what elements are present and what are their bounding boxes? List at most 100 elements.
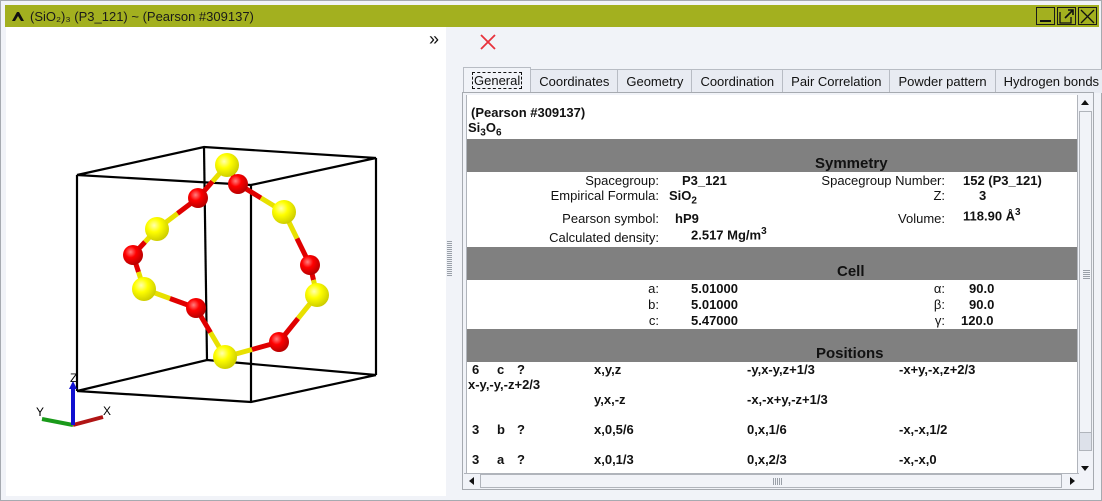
density-label: Calculated density: [549, 230, 659, 245]
y-axis-label: Y [36, 405, 44, 419]
triangle-right-icon [1069, 477, 1075, 485]
triangle-up-icon [1081, 99, 1089, 105]
cell-beta-label: β: [933, 297, 945, 312]
collapse-panel-button[interactable]: » [425, 29, 443, 49]
oxygen-atom[interactable] [228, 174, 248, 194]
silicon-atom[interactable] [272, 200, 296, 224]
cell-b-value: 5.01000 [691, 297, 738, 312]
scroll-down-button[interactable] [1078, 461, 1092, 475]
cell-c-label: c: [648, 313, 659, 328]
volume-number: 118.90 Å [963, 208, 1016, 224]
thumb-grip [773, 478, 783, 485]
cell-c-value: 5.47000 [691, 313, 738, 328]
silicon-atom[interactable] [213, 345, 237, 369]
close-button[interactable] [1078, 7, 1097, 25]
report-formula: Si3O6 [468, 120, 502, 139]
report-heading: (Pearson #309137) [471, 105, 586, 120]
empirical-formula-value: SiO2 [669, 188, 697, 207]
silicon-atom[interactable] [132, 277, 156, 301]
formula-element: Si [468, 120, 481, 135]
tab-general[interactable]: General [463, 67, 532, 93]
pearson-symbol-value: hP9 [675, 211, 699, 226]
wyckoff-letter: b [497, 422, 505, 437]
crystal-logo-icon [10, 8, 26, 24]
silicon-atom[interactable] [215, 153, 239, 177]
tab-coordinates[interactable]: Coordinates [530, 69, 619, 93]
cell-a-value: 5.01000 [691, 281, 738, 296]
volume-value: 118.90 Å3 [963, 207, 1021, 223]
element: ? [517, 452, 525, 467]
vertical-scroll-thumb[interactable] [1079, 111, 1092, 451]
title-bar[interactable]: (SiO₂)₃ (P3_121) ~ (Pearson #309137) [5, 5, 1099, 27]
oxygen-atom[interactable] [300, 255, 320, 275]
symmetry-op: y,x,-z [594, 392, 626, 407]
structure-viewer-pane[interactable]: Z Y X [6, 27, 446, 496]
empirical-base: SiO [669, 188, 692, 203]
tab-geometry[interactable]: Geometry [617, 69, 693, 93]
structure-3d-view[interactable]: Z Y X [6, 27, 446, 496]
scroll-track[interactable] [1080, 432, 1091, 450]
maximize-icon [1059, 8, 1074, 24]
wyckoff-letter: c [497, 362, 505, 377]
symmetry-op: -y,x-y,z+1/3 [747, 362, 815, 377]
formula-count: 6 [495, 127, 502, 139]
tab-coordination[interactable]: Coordination [691, 69, 784, 93]
oxygen-atom[interactable] [123, 245, 143, 265]
cell-gamma-label: γ: [934, 313, 945, 328]
scroll-left-button[interactable] [464, 474, 478, 488]
y-axis [41, 417, 74, 427]
scroll-up-button[interactable] [1078, 95, 1092, 109]
spacegroup-label: Spacegroup: [585, 173, 659, 188]
spacegroup-number-value: 152 (P3_121) [963, 173, 1042, 188]
general-tab-panel: (Pearson #309137) Si3O6 Symmetry Spacegr… [462, 92, 1094, 490]
symmetry-title: Symmetry [815, 155, 888, 172]
maximize-button[interactable] [1057, 7, 1076, 25]
volume-label: Volume: [898, 211, 945, 226]
symmetry-op: 0,x,1/6 [747, 422, 787, 437]
symmetry-op: x,0,5/6 [594, 422, 634, 437]
oxygen-atom[interactable] [186, 298, 206, 318]
pane-splitter-handle[interactable] [447, 241, 452, 277]
triangle-left-icon [468, 477, 474, 485]
z-value: 3 [979, 188, 987, 203]
horizontal-scroll-thumb[interactable] [480, 474, 1062, 488]
symmetry-op: -x,-x,0 [899, 452, 937, 467]
oxygen-atom[interactable] [188, 188, 208, 208]
scroll-right-button[interactable] [1065, 474, 1079, 488]
cell-b-label: b: [648, 297, 659, 312]
spacegroup-number-label: Spacegroup Number: [821, 173, 945, 188]
silicon-atom[interactable] [305, 283, 329, 307]
close-icon [1080, 9, 1095, 23]
tab-hydrogen-bonds[interactable]: Hydrogen bonds [994, 69, 1102, 93]
density-value: 2.517 Mg/m3 [691, 226, 767, 242]
multiplicity: 3 [472, 422, 480, 437]
formula-element: O [485, 120, 496, 135]
x-axis [72, 415, 104, 427]
tab-pair-correlation[interactable]: Pair Correlation [782, 69, 891, 93]
pearson-symbol-label: Pearson symbol: [562, 211, 659, 226]
cell-beta-value: 90.0 [969, 297, 995, 312]
z-label: Z: [933, 188, 945, 203]
triangle-down-icon [1081, 465, 1089, 471]
multiplicity: 6 [472, 362, 480, 377]
symmetry-op: -x+y,-x,z+2/3 [899, 362, 976, 377]
cell-alpha-label: α: [933, 281, 945, 296]
minimize-button[interactable] [1036, 7, 1055, 25]
silicon-atom[interactable] [145, 217, 169, 241]
cell-section-header: Cell [467, 247, 1077, 280]
tab-label: General [472, 72, 523, 89]
tab-powder-pattern[interactable]: Powder pattern [889, 69, 996, 93]
minimize-icon [1040, 19, 1051, 22]
cell-a-label: a: [648, 281, 659, 296]
close-info-panel-button[interactable] [477, 31, 499, 53]
empirical-formula-label: Empirical Formula: [550, 188, 659, 203]
info-tabs: General Coordinates Geometry Coordinatio… [463, 67, 1102, 93]
symmetry-op: x,0,1/3 [594, 452, 634, 467]
oxygen-atom[interactable] [269, 332, 289, 352]
symmetry-op: x,y,z [594, 362, 622, 377]
vertical-scrollbar[interactable] [1077, 95, 1092, 475]
horizontal-scrollbar[interactable] [464, 473, 1079, 488]
density-number: 2.517 Mg/m [691, 227, 762, 243]
density-exponent: 3 [761, 226, 767, 237]
positions-title: Positions [816, 345, 884, 362]
